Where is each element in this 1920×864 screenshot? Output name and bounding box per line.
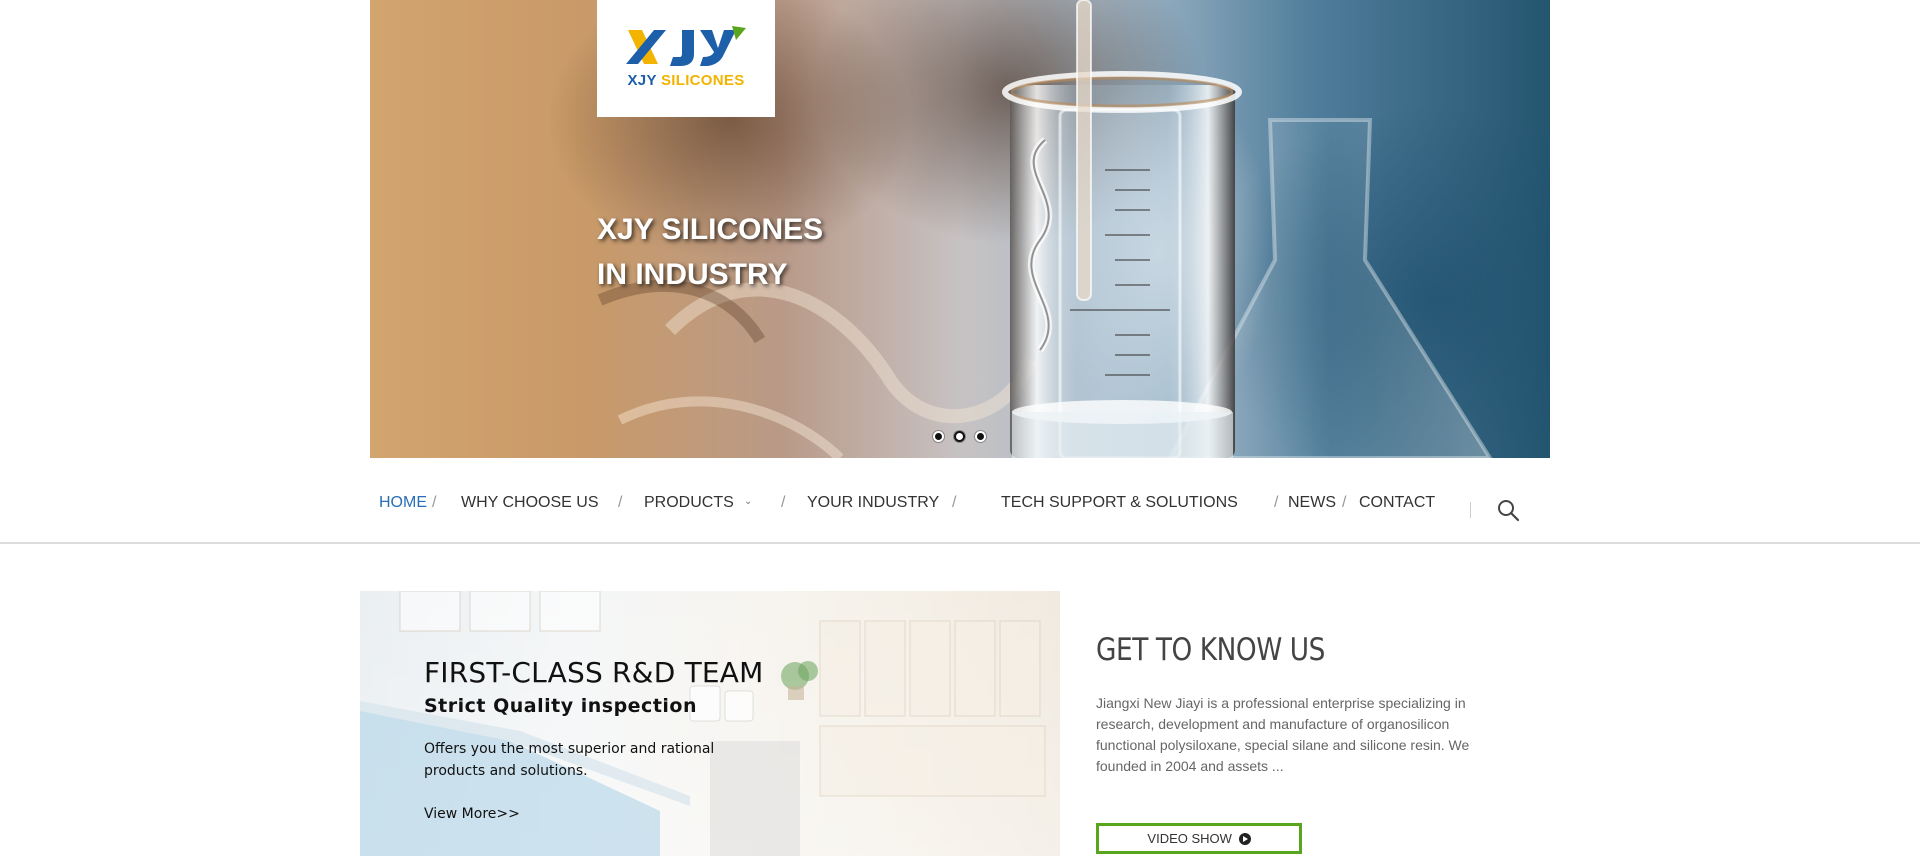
- main-navigation: HOME / WHY CHOOSE US / PRODUCTS ⌄ / YOUR…: [0, 458, 1920, 544]
- slider-pagination: [933, 431, 986, 442]
- nav-item-tech-support[interactable]: TECH SUPPORT & SOLUTIONS: [1001, 494, 1238, 512]
- search-icon[interactable]: [1496, 498, 1520, 522]
- nav-item-contact[interactable]: CONTACT: [1359, 494, 1435, 512]
- play-circle-icon: [1238, 833, 1251, 845]
- about-description: Jiangxi New Jiayi is a professional ente…: [1096, 695, 1470, 774]
- slider-dot-1[interactable]: [933, 431, 944, 442]
- view-more-link[interactable]: View More>>: [424, 806, 520, 822]
- hero-banner: XJY SILICONES XJY SILICONES IN INDUSTRY: [370, 0, 1550, 458]
- logo-wordmark: XJY SILICONES: [597, 72, 775, 89]
- nav-separator: /: [432, 494, 437, 511]
- xjy-logo-mark-icon: [626, 26, 746, 66]
- nav-separator: /: [781, 494, 786, 511]
- logo-text-xjy: XJY: [627, 72, 657, 89]
- promo-description: Offers you the most superior and rationa…: [424, 741, 715, 779]
- rd-team-promo: FIRST-CLASS R&D TEAM Strict Quality insp…: [360, 591, 1060, 856]
- nav-item-home[interactable]: HOME: [379, 494, 427, 512]
- slider-dot-3[interactable]: [975, 431, 986, 442]
- logo-text-silicones: SILICONES: [660, 72, 745, 89]
- nav-item-products[interactable]: PRODUCTS: [644, 494, 734, 512]
- hero-headline-line1: XJY SILICONES: [597, 213, 824, 246]
- brand-logo[interactable]: XJY SILICONES: [597, 0, 775, 117]
- hero-headline-line2: IN INDUSTRY: [597, 258, 788, 291]
- hero-headline: XJY SILICONES IN INDUSTRY: [597, 207, 823, 297]
- nav-item-your-industry[interactable]: YOUR INDUSTRY: [807, 494, 939, 512]
- lab-glassware-illustration: [597, 0, 1493, 458]
- nav-separator: /: [1274, 494, 1279, 511]
- nav-item-news[interactable]: NEWS: [1288, 494, 1336, 512]
- promo-title: FIRST-CLASS R&D TEAM: [424, 656, 764, 689]
- chevron-down-icon[interactable]: ⌄: [744, 496, 752, 507]
- about-heading: GET TO KNOW US: [1096, 632, 1325, 668]
- promo-subtitle: Strict Quality inspection: [424, 695, 697, 717]
- nav-item-why-choose-us[interactable]: WHY CHOOSE US: [461, 494, 599, 512]
- video-show-label: VIDEO SHOW: [1147, 831, 1232, 846]
- nav-separator: /: [1342, 494, 1347, 511]
- nav-separator: /: [952, 494, 957, 511]
- nav-separator: /: [618, 494, 623, 511]
- slider-dot-2[interactable]: [954, 431, 965, 442]
- nav-divider: [1470, 502, 1471, 518]
- video-show-button[interactable]: VIDEO SHOW: [1096, 823, 1302, 854]
